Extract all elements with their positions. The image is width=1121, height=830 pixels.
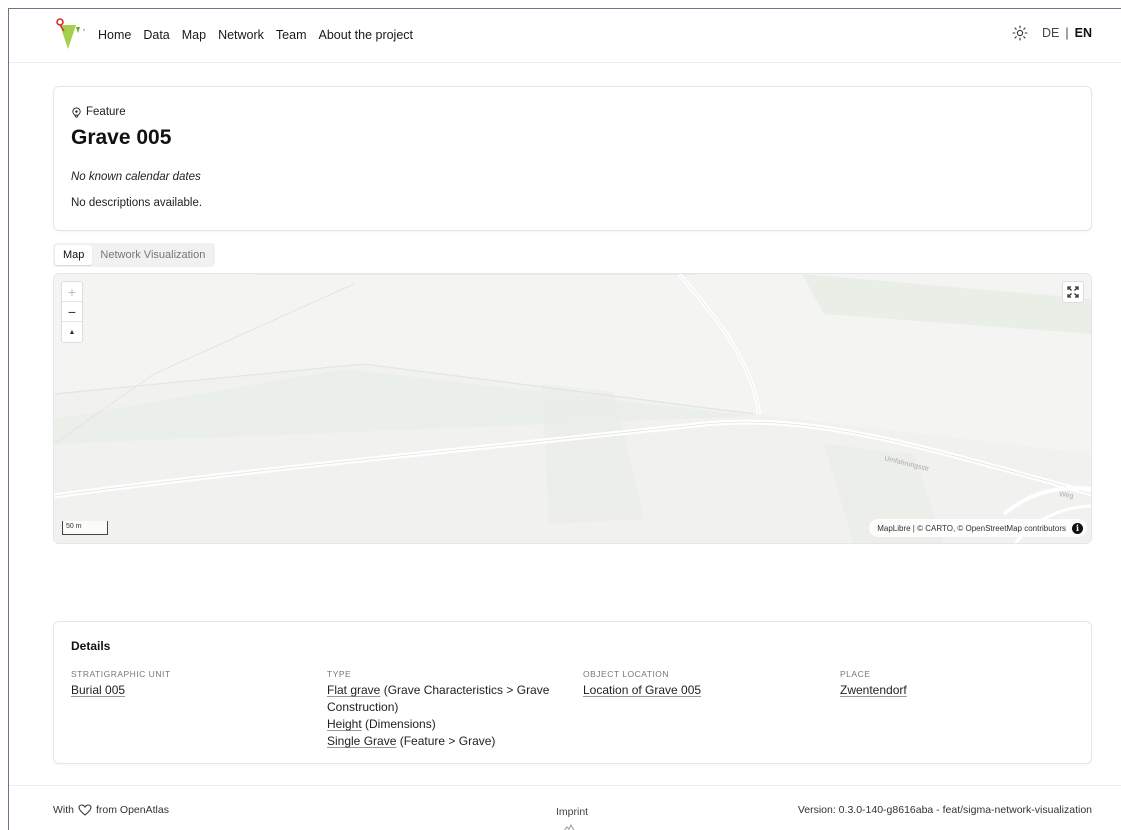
compass-icon: ▲ — [68, 328, 76, 336]
site-header: Home Data Map Network Team About the pro… — [9, 9, 1121, 63]
type-link-height[interactable]: Height — [327, 717, 362, 731]
nav-team[interactable]: Team — [276, 26, 307, 44]
lang-separator: | — [1065, 26, 1069, 40]
nav-data[interactable]: Data — [143, 26, 169, 44]
feature-kicker-label: Feature — [86, 106, 126, 118]
type-context: (Dimensions) — [361, 717, 436, 731]
view-tabs: Map Network Visualization — [53, 243, 216, 267]
map-zoom-control: + − ▲ — [61, 281, 83, 343]
lang-de-link[interactable]: DE — [1042, 26, 1059, 40]
detail-type: TYPE Flat grave (Grave Characteristics >… — [327, 669, 567, 750]
nav-home[interactable]: Home — [98, 26, 131, 44]
detail-label: TYPE — [327, 669, 352, 679]
detail-place: PLACE Zwentendorf — [840, 669, 1080, 699]
object-location-link[interactable]: Location of Grave 005 — [583, 683, 701, 697]
detail-label: OBJECT LOCATION — [583, 669, 670, 679]
tab-network-visualization[interactable]: Network Visualization — [92, 245, 213, 265]
detail-object-location: OBJECT LOCATION Location of Grave 005 — [583, 669, 823, 699]
info-icon[interactable]: i — [1072, 522, 1083, 534]
header-actions: DE | EN — [1012, 25, 1092, 41]
stratigraphic-unit-link[interactable]: Burial 005 — [71, 683, 125, 697]
detail-stratigraphic-unit: STRATIGRAPHIC UNIT Burial 005 — [71, 669, 311, 699]
map-scale-bar: 50 m — [62, 521, 108, 535]
map-canvas[interactable]: Umfahrungsstr Weg — [54, 274, 1092, 544]
page-title: Grave 005 — [71, 126, 172, 149]
feature-card: Feature Grave 005 No known calendar date… — [53, 86, 1092, 231]
details-title: Details — [71, 639, 111, 653]
detail-label: STRATIGRAPHIC UNIT — [71, 669, 171, 679]
detail-label: PLACE — [840, 669, 871, 679]
detail-value: Zwentendorf — [840, 682, 1080, 699]
description-text: No descriptions available. — [71, 197, 203, 209]
footer-credit: With from OpenAtlas — [53, 804, 169, 816]
location-pin-icon — [72, 106, 81, 118]
detail-value: Flat grave (Grave Characteristics > Grav… — [327, 682, 567, 750]
imprint-link[interactable]: Imprint — [556, 806, 588, 818]
type-item: Height (Dimensions) — [327, 716, 567, 733]
fullscreen-button[interactable] — [1062, 281, 1084, 303]
logo-icon[interactable] — [54, 17, 90, 53]
zoom-out-button[interactable]: − — [62, 302, 82, 322]
lang-en-link[interactable]: EN — [1075, 26, 1092, 40]
theme-toggle-sun-icon[interactable] — [1012, 25, 1028, 41]
feature-kicker: Feature — [71, 106, 126, 118]
nav-about[interactable]: About the project — [319, 26, 414, 44]
footer-openatlas-link[interactable]: from OpenAtlas — [96, 804, 169, 816]
compass-button[interactable]: ▲ — [62, 322, 82, 342]
app-frame: Home Data Map Network Team About the pro… — [8, 8, 1121, 830]
nav-network[interactable]: Network — [218, 26, 264, 44]
nav-map[interactable]: Map — [182, 26, 206, 44]
map-attribution: MapLibre | © CARTO, © OpenStreetMap cont… — [869, 519, 1087, 537]
type-link-single-grave[interactable]: Single Grave — [327, 734, 396, 748]
calendar-dates-text: No known calendar dates — [71, 171, 201, 183]
details-card: Details STRATIGRAPHIC UNIT Burial 005 TY… — [53, 621, 1092, 764]
mountain-icon — [563, 824, 575, 830]
zoom-in-button[interactable]: + — [62, 282, 82, 302]
site-footer: With from OpenAtlas Imprint Version: 0.3… — [9, 785, 1121, 830]
language-switcher: DE | EN — [1042, 26, 1092, 40]
fullscreen-icon — [1067, 286, 1079, 298]
detail-value: Location of Grave 005 — [583, 682, 823, 699]
detail-value: Burial 005 — [71, 682, 311, 699]
place-link[interactable]: Zwentendorf — [840, 683, 907, 697]
type-item: Flat grave (Grave Characteristics > Grav… — [327, 682, 567, 716]
version-text: Version: 0.3.0-140-g8616aba - feat/sigma… — [797, 804, 1092, 816]
map-view[interactable]: Umfahrungsstr Weg + − ▲ 50 m MapLibre | — [53, 273, 1092, 544]
type-item: Single Grave (Feature > Grave) — [327, 733, 567, 750]
heart-icon — [78, 804, 92, 816]
tab-map[interactable]: Map — [55, 245, 93, 265]
type-context: (Feature > Grave) — [396, 734, 496, 748]
footer-with-text: With — [53, 804, 74, 816]
attribution-text[interactable]: MapLibre | © CARTO, © OpenStreetMap cont… — [877, 524, 1066, 533]
type-link-flat-grave[interactable]: Flat grave — [327, 683, 380, 697]
main-nav: Home Data Map Network Team About the pro… — [98, 26, 425, 44]
